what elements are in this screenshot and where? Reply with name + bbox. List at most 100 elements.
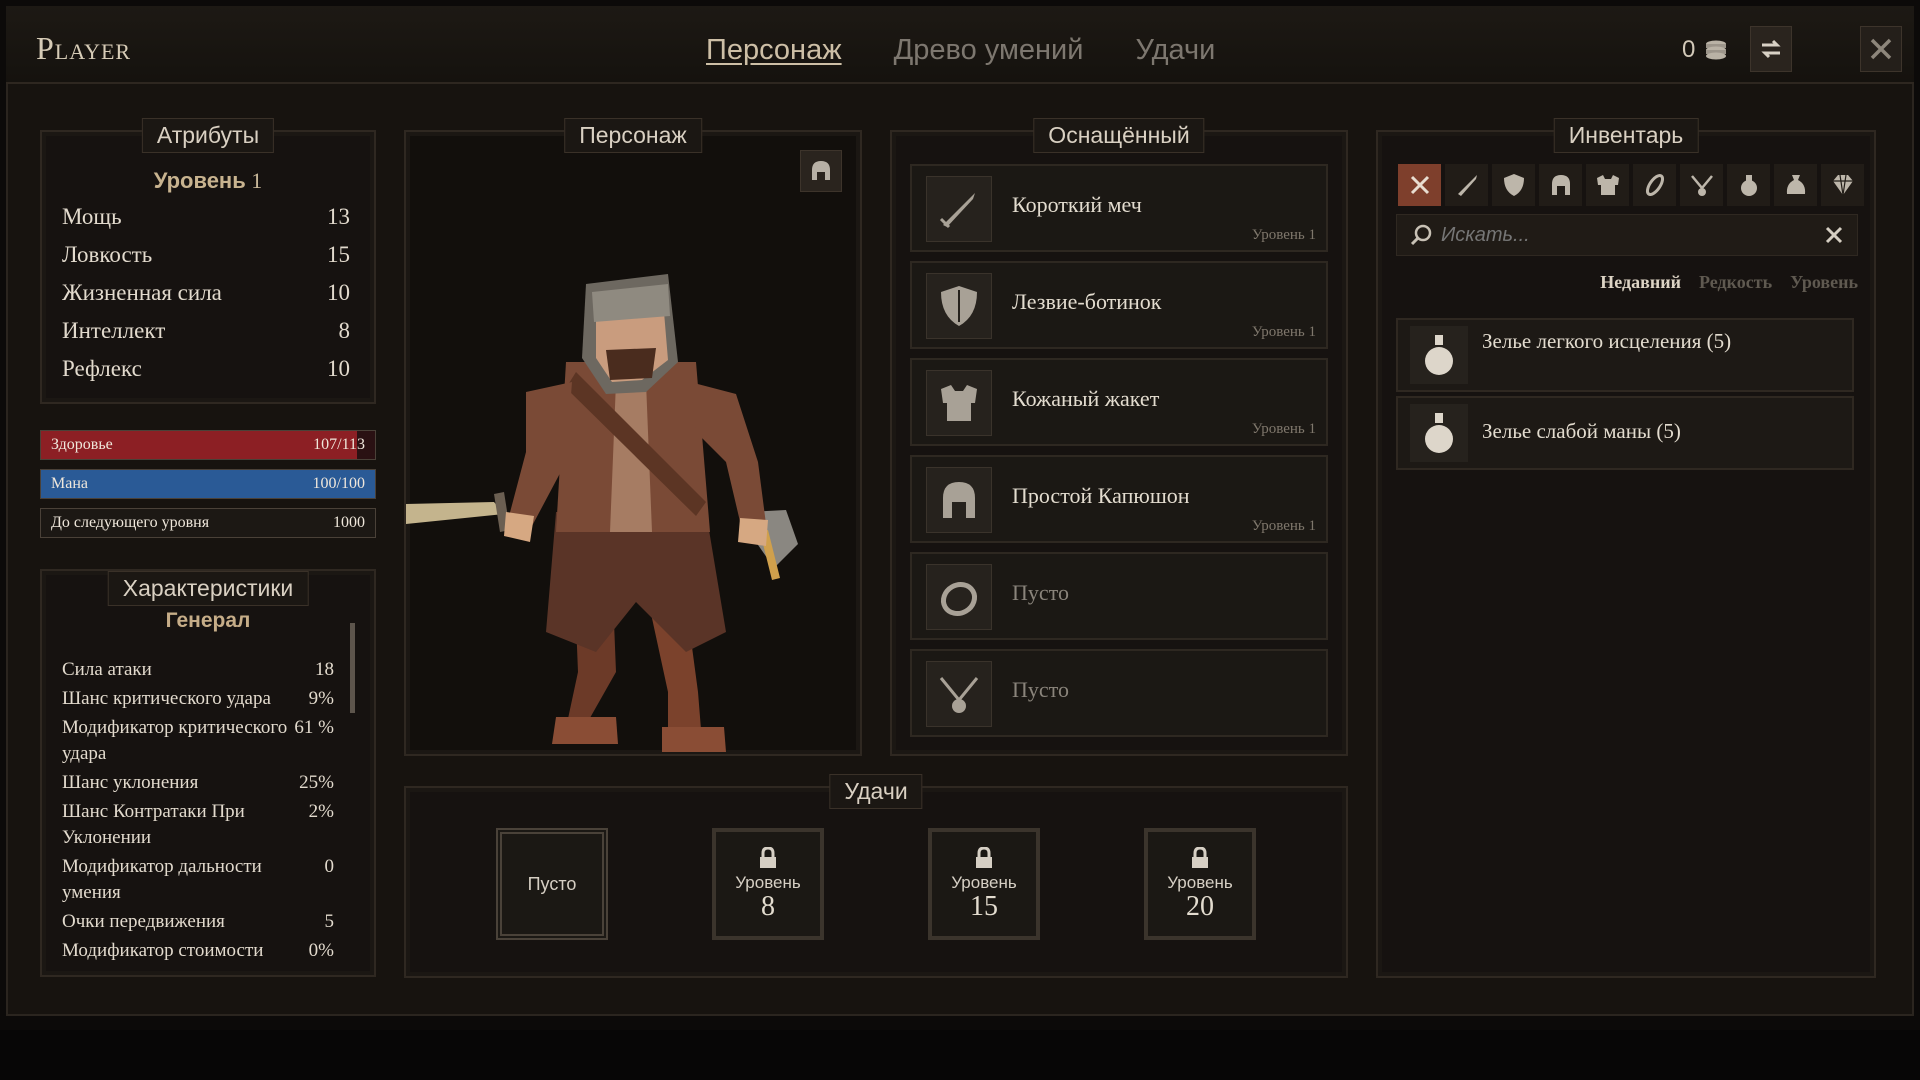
filter-weapons-button[interactable] [1445, 164, 1488, 206]
equip-item-level: Уровень 1 [1251, 227, 1316, 243]
sort-recent[interactable]: Недавний [1600, 272, 1681, 293]
attribute-value: 13 [327, 204, 350, 229]
inventory-item[interactable]: Зелье легкого исцеления (5) [1396, 318, 1854, 392]
filter-shields-button[interactable] [1492, 164, 1535, 206]
characteristic-row: Сила атаки 18 [62, 657, 334, 683]
potion-icon [1410, 404, 1468, 462]
filter-armor-button[interactable] [1586, 164, 1629, 206]
equip-item-name: Короткий меч [1012, 192, 1142, 217]
equip-slot-helmet[interactable]: Простой Капюшон Уровень 1 [910, 455, 1328, 543]
characteristic-name: Модификатор стоимости [62, 940, 264, 961]
sword-icon [926, 176, 992, 242]
amulet-icon [1690, 175, 1713, 196]
search-icon [1410, 224, 1432, 246]
gem-icon [1832, 174, 1853, 196]
equip-item-level: Уровень 1 [1251, 421, 1316, 437]
feat-level-label: Уровень [951, 873, 1017, 892]
inventory-sort: Недавний Редкость Уровень [1600, 272, 1858, 293]
attribute-name: Мощь [62, 204, 122, 229]
characteristic-value: 0 [324, 856, 335, 877]
shield-icon [1503, 174, 1524, 196]
close-icon [1870, 38, 1892, 60]
characteristic-row: Шанс критического удара 9% [62, 686, 334, 712]
sort-level[interactable]: Уровень [1790, 272, 1858, 293]
filter-misc-button[interactable] [1774, 164, 1817, 206]
tab-character[interactable]: Персонаж [706, 34, 842, 67]
feats-panel: Удачи Пусто Уровень 8 Уровень 15 Уровень… [404, 774, 1348, 978]
sword-icon [1457, 175, 1477, 196]
characteristic-name: Очки передвижения [62, 911, 225, 932]
filter-clear-button[interactable] [1398, 164, 1441, 206]
equip-item-level: Уровень 1 [1251, 324, 1316, 340]
feat-level-label: Уровень [735, 873, 801, 892]
inventory-item[interactable]: Зелье слабой маны (5) [1396, 396, 1854, 470]
characteristic-value: 18 [315, 659, 334, 680]
equip-slot-boots[interactable]: Лезвие-ботинок Уровень 1 [910, 261, 1328, 349]
characteristic-name: Шанс Контратаки При Уклонении [62, 801, 245, 848]
attribute-name: Жизненная сила [62, 280, 222, 305]
characteristic-row: Модификатор критического удара 61 % [62, 715, 334, 767]
equip-slot-weapon[interactable]: Короткий меч Уровень 1 [910, 164, 1328, 252]
filter-gems-button[interactable] [1821, 164, 1864, 206]
feat-level-number: 15 [970, 891, 998, 922]
close-window-button[interactable] [1860, 26, 1902, 72]
helmet-icon [1551, 175, 1570, 195]
feat-slot-locked: Уровень 20 [1144, 828, 1256, 940]
inventory-panel: Инвентарь Искать... Недавний Редкость Ур… [1376, 118, 1876, 978]
filter-boots-button[interactable] [1633, 164, 1676, 206]
gold-amount: 0 [1682, 36, 1696, 63]
characteristics-scrollbar[interactable] [350, 623, 355, 713]
attribute-row: Ловкость 15 [62, 242, 350, 280]
swap-button[interactable] [1750, 26, 1792, 72]
mana-bar: Мана 100/100 [40, 469, 376, 499]
clear-search-icon[interactable] [1823, 224, 1845, 246]
characteristic-name: Шанс критического удара [62, 688, 271, 709]
filter-potions-button[interactable] [1727, 164, 1770, 206]
equipped-panel: Оснащённый Короткий меч Уровень 1 Лезвие… [890, 118, 1348, 756]
filter-amulets-button[interactable] [1680, 164, 1723, 206]
gold-counter: 0 [1682, 36, 1729, 64]
inventory-search [1396, 214, 1858, 256]
mana-value: 100/100 [312, 475, 365, 492]
characteristic-value: 0% [308, 940, 334, 961]
characteristic-value: 2% [308, 801, 334, 822]
attribute-row: Мощь 13 [62, 204, 350, 242]
attribute-value: 10 [327, 356, 350, 381]
inventory-filters [1398, 164, 1864, 206]
helmet-icon [926, 467, 992, 533]
feat-slot-text: Пусто [527, 873, 577, 894]
equip-item-name: Лезвие-ботинок [1012, 289, 1162, 314]
mana-label: Мана [51, 475, 88, 492]
lock-icon [1192, 847, 1208, 868]
equip-slot-armor[interactable]: Кожаный жакет Уровень 1 [910, 358, 1328, 446]
equip-item-level: Уровень 1 [1251, 518, 1316, 534]
characteristic-row: Модификатор дальности умения 0 [62, 854, 334, 906]
characteristic-name: Модификатор критического удара [62, 717, 288, 764]
coins-icon [1706, 40, 1727, 60]
next-level-label: До следующего уровня [51, 514, 210, 531]
health-label: Здоровье [51, 436, 113, 453]
search-input[interactable] [1441, 223, 1811, 247]
tab-feats[interactable]: Удачи [1135, 34, 1215, 67]
attributes-panel: Атрибуты Уровень 1 Мощь 13 Ловкость 15 Жиз… [40, 118, 376, 404]
characteristics-panel: Характеристики Генерал Сила атаки 18 Шанс… [40, 569, 376, 977]
characteristic-row: Шанс уклонения 25% [62, 770, 334, 796]
tab-skill-tree[interactable]: Древо умений [894, 34, 1084, 67]
characteristic-name: Модификатор дальности умения [62, 856, 262, 903]
filter-helmets-button[interactable] [1539, 164, 1582, 206]
equip-slot-amulet[interactable]: Пусто [910, 649, 1328, 737]
characteristics-list: Сила атаки 18 Шанс критического удара 9% М… [62, 657, 334, 967]
equip-item-name: Кожаный жакет [1012, 386, 1160, 411]
feats-title: Удачи [829, 774, 923, 809]
inventory-item-name: Зелье легкого исцеления (5) [1482, 329, 1732, 353]
attribute-name: Интеллект [62, 318, 166, 343]
characteristic-value: 25% [299, 772, 334, 793]
characteristic-value: 9% [308, 688, 334, 709]
sort-rarity[interactable]: Редкость [1699, 272, 1772, 293]
feat-slot[interactable]: Пусто [496, 828, 608, 940]
equip-slot-ring[interactable]: Пусто [910, 552, 1328, 640]
inventory-item-name: Зелье слабой маны (5) [1482, 419, 1681, 443]
potion-icon [1410, 326, 1468, 384]
attributes-title: Атрибуты [141, 118, 275, 153]
level-label: Уровень [153, 168, 246, 193]
